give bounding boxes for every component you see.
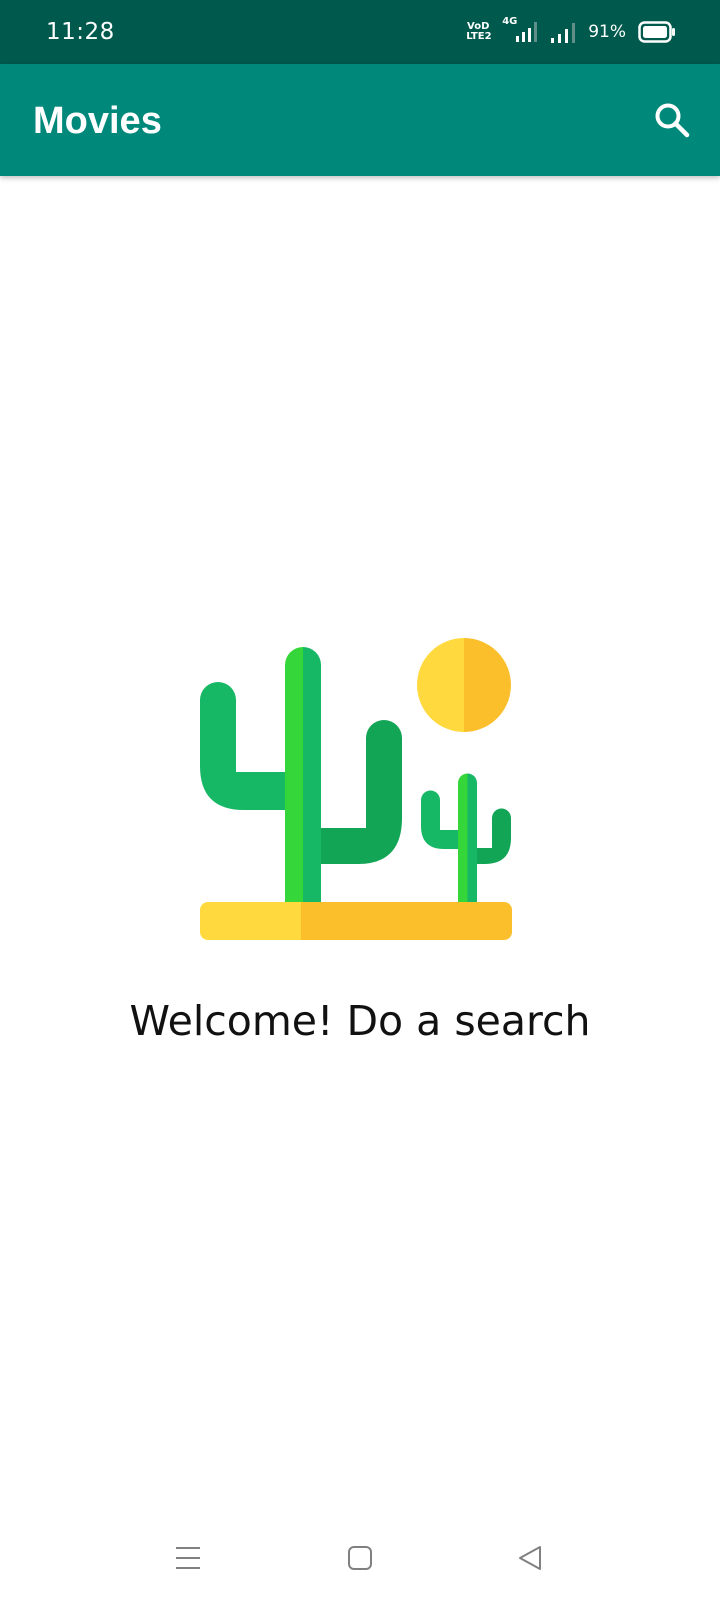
system-navigation-bar [0, 1516, 720, 1600]
page-title: Movies [33, 100, 162, 142]
battery-icon [638, 21, 676, 43]
welcome-message: Welcome! Do a search [129, 997, 591, 1045]
desert-cactus-sun-illustration [200, 638, 520, 960]
back-button[interactable] [508, 1536, 552, 1580]
status-bar: 11:28 VoD LTE2 4G 91% [0, 0, 720, 64]
volte-bottom-label: LTE2 [466, 31, 492, 42]
app-bar: Movies [0, 64, 720, 176]
home-button[interactable] [338, 1536, 382, 1580]
recent-apps-button[interactable] [166, 1536, 210, 1580]
home-icon[interactable] [346, 1544, 374, 1572]
search-button[interactable] [646, 94, 698, 146]
menu-icon[interactable] [173, 1545, 203, 1571]
battery-percentage: 91% [588, 22, 626, 42]
search-icon[interactable] [653, 101, 691, 139]
mobile-data-signal-icon: 4G [502, 16, 538, 46]
signal-strength-icon [550, 18, 576, 46]
status-icons: VoD LTE2 4G 91% [466, 16, 676, 48]
back-icon[interactable] [516, 1544, 544, 1572]
volte-icon: VoD LTE2 [466, 22, 492, 42]
status-time: 11:28 [46, 19, 115, 45]
